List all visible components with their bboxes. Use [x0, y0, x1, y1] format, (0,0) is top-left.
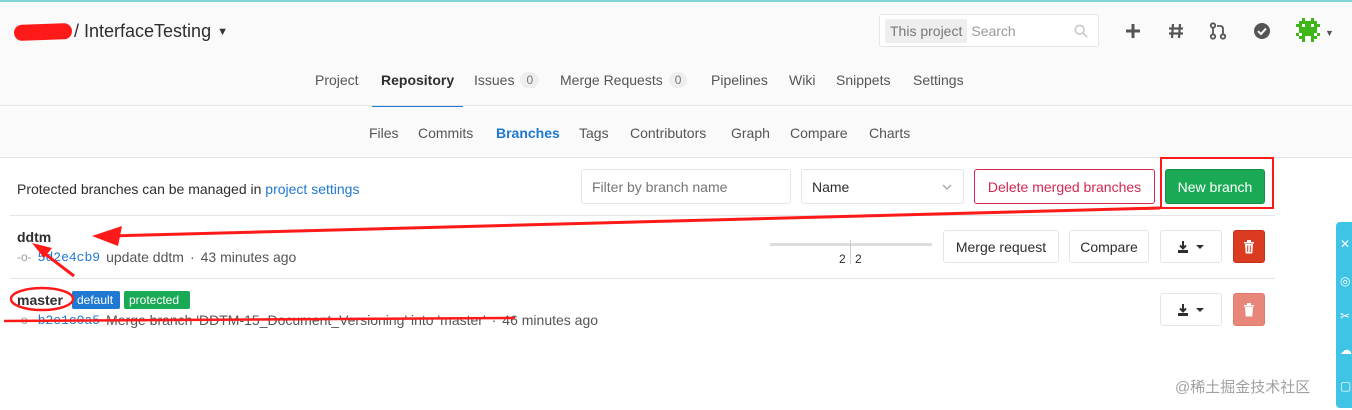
tab-label[interactable]: Repository — [381, 72, 454, 88]
annotation-arrowhead — [92, 226, 122, 246]
protected-badge: protected — [124, 291, 190, 309]
scissors-icon[interactable]: ✂ — [1340, 310, 1352, 322]
todo-check-icon[interactable] — [1252, 21, 1272, 41]
sort-dropdown[interactable]: Name — [801, 169, 964, 204]
default-badge: default — [72, 291, 120, 309]
sort-value[interactable]: Name — [812, 179, 849, 195]
upload-icon[interactable]: ☁ — [1340, 344, 1352, 356]
divergence-midline — [850, 240, 851, 264]
branch-name-ddtm[interactable]: ddtm — [17, 229, 51, 245]
commit-icon: -o- — [17, 250, 32, 264]
subnav-contributors[interactable]: Contributors — [630, 125, 706, 141]
capture-icon[interactable]: ◎ — [1340, 275, 1352, 287]
download-icon[interactable] — [1177, 240, 1205, 254]
tab-label[interactable]: Project — [315, 72, 359, 88]
search-scope-badge[interactable]: This project — [885, 18, 968, 43]
project-settings-link[interactable]: project settings — [265, 181, 359, 197]
merge-request-icon[interactable] — [1208, 21, 1228, 41]
annotation-highlight-box — [1160, 157, 1274, 209]
commit-separator: · — [491, 312, 497, 328]
chevron-down-icon[interactable] — [941, 181, 953, 193]
tab-label[interactable]: Pipelines — [711, 72, 768, 88]
project-nav-tabs: Project Repository Issues 0 Merge Request… — [0, 60, 1352, 108]
tab-issues[interactable]: Issues 0 — [474, 72, 540, 88]
divergence-graph: 2 2 — [770, 240, 932, 270]
download-dropdown-button[interactable] — [1160, 230, 1222, 263]
commit-time: 46 minutes ago — [502, 312, 599, 328]
protected-note-text: Protected branches can be managed in — [17, 181, 266, 197]
search-field[interactable]: This project Search — [879, 14, 1099, 47]
commit-separator: · — [189, 249, 195, 265]
trash-icon[interactable] — [1243, 239, 1255, 254]
tab-pipelines[interactable]: Pipelines — [711, 72, 768, 88]
merge-requests-count-badge: 0 — [668, 72, 688, 88]
commit-message[interactable]: update ddtm — [106, 249, 184, 265]
commit-time: 43 minutes ago — [200, 249, 297, 265]
subnav-charts[interactable]: Charts — [869, 125, 910, 141]
tab-wiki[interactable]: Wiki — [789, 72, 815, 88]
tab-label[interactable]: Snippets — [836, 72, 890, 88]
header-bar: / InterfaceTesting ▼ This project Search… — [0, 2, 1352, 108]
protected-branches-note: Protected branches can be managed in pro… — [17, 181, 359, 197]
hash-icon[interactable] — [1166, 21, 1186, 41]
document-icon[interactable]: ▢ — [1340, 380, 1352, 392]
branch-filter-input[interactable] — [581, 169, 791, 204]
tab-label[interactable]: Settings — [913, 72, 964, 88]
commit-info-ddtm: -o- 5d2e4cb9 update ddtm · 43 minutes ag… — [17, 249, 296, 265]
commit-sha-link[interactable]: b2e1c0a5 — [38, 313, 100, 328]
issues-count-badge: 0 — [520, 72, 540, 88]
search-icon[interactable] — [1074, 23, 1088, 38]
close-icon[interactable]: ✕ — [1340, 238, 1352, 250]
watermark: @稀土掘金技术社区 — [1175, 379, 1311, 396]
commits-ahead-count: 2 — [855, 252, 862, 266]
delete-branch-button-disabled — [1233, 293, 1265, 326]
tab-label[interactable]: Merge Requests — [560, 72, 663, 88]
subnav-branches[interactable]: Branches — [496, 125, 560, 141]
tab-label[interactable]: Issues — [474, 72, 514, 88]
user-avatar[interactable] — [1296, 18, 1320, 42]
project-title-text[interactable]: / InterfaceTesting — [74, 21, 211, 42]
tab-settings[interactable]: Settings — [913, 72, 964, 88]
delete-merged-branches-button[interactable]: Delete merged branches — [974, 169, 1155, 204]
trash-icon — [1244, 302, 1254, 316]
tab-project[interactable]: Project — [315, 72, 359, 88]
repository-subnav: Files Commits Branches Tags Contributors… — [0, 107, 1352, 158]
chevron-down-icon[interactable]: ▼ — [217, 26, 228, 38]
project-title[interactable]: / InterfaceTesting ▼ — [74, 21, 228, 42]
behind-bar — [770, 243, 850, 246]
download-dropdown-button[interactable] — [1160, 293, 1222, 326]
subnav-compare[interactable]: Compare — [790, 125, 848, 141]
tab-merge-requests[interactable]: Merge Requests 0 — [560, 72, 688, 88]
redacted-namespace — [13, 22, 73, 42]
ahead-bar — [851, 243, 932, 246]
merge-request-button[interactable]: Merge request — [943, 230, 1059, 263]
subnav-commits[interactable]: Commits — [418, 125, 473, 141]
download-icon[interactable] — [1177, 303, 1205, 317]
commits-behind-count: 2 — [839, 252, 846, 266]
branch-name-master[interactable]: master — [17, 292, 63, 308]
subnav-graph[interactable]: Graph — [731, 125, 770, 141]
commit-info-master: -o- b2e1c0a5 Merge branch 'DDTM-15_Docum… — [17, 312, 598, 328]
search-input[interactable]: Search — [971, 23, 1074, 39]
subnav-files[interactable]: Files — [369, 125, 399, 141]
row-divider — [10, 278, 1275, 279]
commit-icon: -o- — [17, 313, 32, 327]
subnav-tags[interactable]: Tags — [579, 125, 609, 141]
tab-repository[interactable]: Repository — [381, 72, 454, 88]
commit-sha-link[interactable]: 5d2e4cb9 — [38, 250, 100, 265]
commit-message[interactable]: Merge branch 'DDTM-15_Document_Versionin… — [106, 312, 486, 328]
row-divider — [10, 215, 1275, 216]
delete-branch-button[interactable] — [1233, 230, 1265, 263]
avatar-caret-icon[interactable]: ▼ — [1325, 28, 1334, 38]
compare-button[interactable]: Compare — [1069, 230, 1149, 263]
plus-icon[interactable] — [1123, 21, 1143, 41]
tab-label[interactable]: Wiki — [789, 72, 815, 88]
tab-snippets[interactable]: Snippets — [836, 72, 890, 88]
